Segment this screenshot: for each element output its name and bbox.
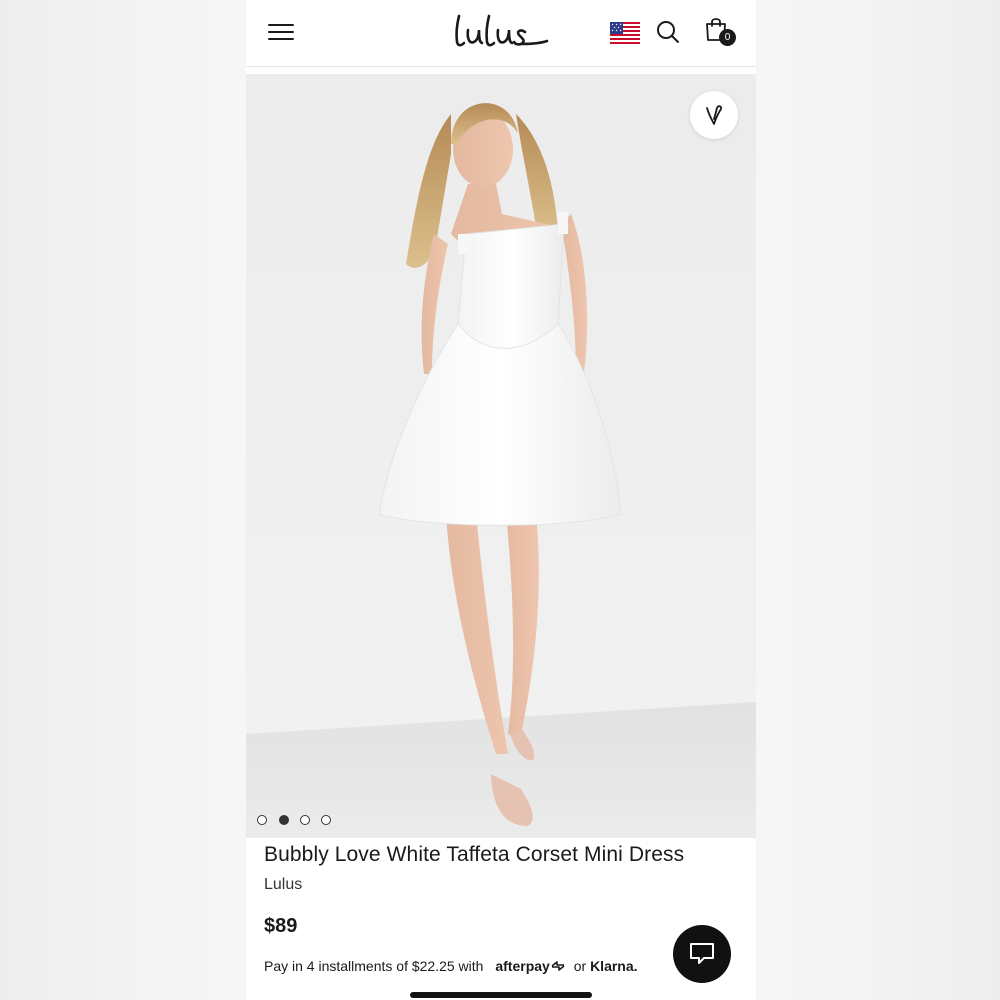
installments-text: Pay in 4 installments of $22.25 with [264,958,484,974]
gallery-dot-2[interactable] [279,815,289,825]
product-price: $89 [264,915,298,937]
product-title: Bubbly Love White Taffeta Corset Mini Dr… [264,843,685,866]
installments-info: Pay in 4 installments of $22.25 with aft… [264,958,638,974]
right-backdrop [756,0,1000,1000]
or-text: or [573,958,587,974]
site-header: lulus 0 [246,0,756,67]
gallery-dot-1[interactable] [257,815,267,825]
home-indicator [410,992,592,998]
gallery-dot-3[interactable] [300,815,310,825]
cart-count-badge: 0 [719,29,736,46]
chat-bubble-icon [690,943,714,964]
product-photo [246,103,756,838]
shopping-bag-icon[interactable]: 0 [704,16,738,48]
heart-outline-icon [706,105,723,125]
gallery-dot-4[interactable] [321,815,331,825]
klarna-link[interactable]: Klarna. [590,958,637,974]
chat-button[interactable] [673,925,731,983]
product-image[interactable] [246,74,756,838]
mobile-page: lulus 0 Bubbly Love White Taffeta Corset… [246,0,756,1000]
product-brand[interactable]: Lulus [264,876,302,894]
hamburger-menu-icon[interactable] [268,20,294,42]
afterpay-icon [551,961,565,971]
us-flag-icon[interactable] [610,22,640,44]
logo-text: lulus [451,10,454,11]
lulus-logo[interactable]: lulus [451,10,551,52]
afterpay-link[interactable]: afterpay [495,958,549,974]
favorite-button[interactable] [690,91,738,139]
search-icon[interactable] [655,19,681,45]
left-backdrop [0,0,246,1000]
